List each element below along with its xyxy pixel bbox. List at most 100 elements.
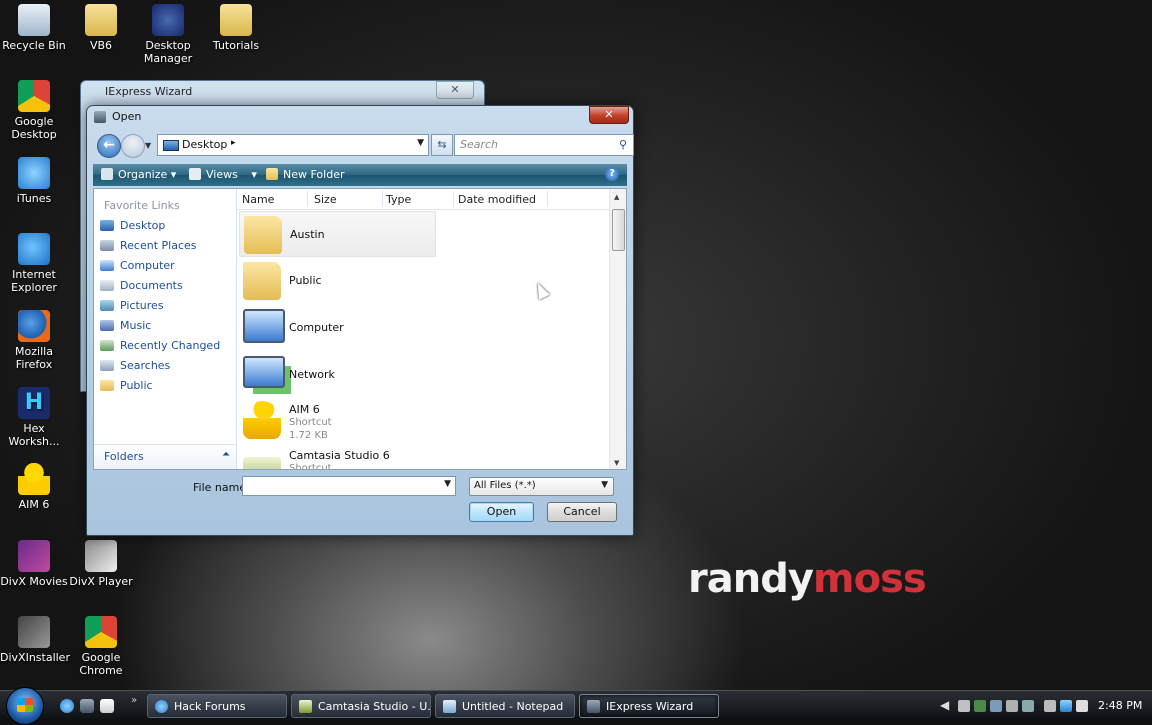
file-item-computer[interactable]: Computer (239, 305, 434, 349)
favorite-link-label: Music (120, 319, 152, 332)
address-location[interactable]: Desktop (182, 138, 227, 151)
tray-icon[interactable] (974, 700, 986, 712)
desktop-icon-desktop-manager[interactable]: Desktop Manager (134, 4, 202, 65)
open-button[interactable]: Open (469, 502, 534, 522)
favorite-link-recently-changed[interactable]: Recently Changed (100, 337, 230, 355)
volume-icon[interactable] (1076, 700, 1088, 712)
column-name[interactable]: Name (242, 193, 274, 206)
scroll-down-icon[interactable]: ▼ (614, 459, 619, 467)
column-divider[interactable] (307, 191, 308, 207)
refresh-button[interactable]: ⇆ (431, 134, 453, 156)
scrollbar-thumb[interactable] (612, 209, 625, 251)
address-bar[interactable]: Desktop ▸ ▼ (157, 134, 429, 156)
wallpaper-text: randymoss (688, 556, 927, 602)
desktop-icon-divx-installer[interactable]: DivXInstaller (0, 616, 70, 664)
desktop-icon-recycle-bin[interactable]: Recycle Bin (0, 4, 68, 52)
help-icon[interactable]: ? (605, 167, 619, 181)
favorite-link-public[interactable]: Public (100, 377, 230, 395)
desktop-icon-google-desktop[interactable]: Google Desktop (0, 80, 68, 141)
favorite-link-music[interactable]: Music (100, 317, 230, 335)
desktop-icon-firefox[interactable]: Mozilla Firefox (0, 310, 68, 371)
organize-button[interactable]: Organize ▾ (101, 168, 176, 181)
network-tray-icon[interactable] (1060, 700, 1072, 712)
file-item-austin[interactable]: Austin (239, 211, 436, 257)
quicklaunch-show-desktop-icon[interactable] (80, 699, 94, 713)
column-divider[interactable] (382, 191, 383, 207)
file-item-aim6[interactable]: AIM 6 Shortcut 1.72 KB (239, 397, 434, 441)
iexpress-close-button[interactable]: ✕ (436, 81, 474, 99)
taskbar-item-iexpress[interactable]: IExpress Wizard (579, 694, 719, 718)
cancel-button[interactable]: Cancel (547, 502, 617, 522)
column-header-row: Name Size Type Date modified (237, 189, 626, 210)
file-item-public[interactable]: Public (239, 258, 434, 302)
file-item-network[interactable]: Network (239, 352, 434, 396)
favorite-link-label: Pictures (120, 299, 164, 312)
divx-installer-icon (18, 616, 50, 648)
desktop-icon (100, 220, 114, 231)
scroll-up-icon[interactable]: ▲ (614, 193, 619, 201)
address-dropdown-icon[interactable]: ▼ (417, 138, 424, 148)
safely-remove-hardware-icon[interactable] (1044, 700, 1056, 712)
show-hidden-tray-icons-button[interactable]: ◀ (940, 698, 949, 712)
start-button[interactable] (6, 687, 44, 725)
folders-toggle[interactable]: Folders ⏶ (94, 444, 236, 469)
desktop-icon-hex-workshop[interactable]: H Hex Worksh... (0, 387, 68, 448)
recent-pages-dropdown-icon[interactable]: ▼ (145, 141, 151, 150)
file-item-camtasia[interactable]: Camtasia Studio 6 Shortcut (239, 443, 434, 469)
favorite-link-desktop[interactable]: Desktop (100, 217, 230, 235)
column-type[interactable]: Type (386, 193, 411, 206)
new-folder-button[interactable]: New Folder (266, 168, 344, 181)
desktop-icon-divx-player[interactable]: DivX Player (67, 540, 135, 588)
vertical-scrollbar[interactable]: ▲ ▼ (609, 189, 626, 469)
folders-label: Folders (104, 450, 144, 463)
quicklaunch-overflow-icon[interactable]: » (131, 695, 137, 706)
desktop-icon-label: Internet Explorer (11, 268, 57, 294)
dialog-titlebar[interactable]: Open ✕ (87, 106, 633, 128)
back-button[interactable]: ← (97, 134, 121, 158)
open-dialog[interactable]: Open ✕ ← ▼ Desktop ▸ ▼ ⇆ Search ⚲ Organi… (86, 105, 634, 536)
taskbar-item-notepad[interactable]: Untitled - Notepad (435, 694, 575, 718)
search-box[interactable]: Search ⚲ (454, 134, 634, 156)
favorite-link-pictures[interactable]: Pictures (100, 297, 230, 315)
desktop-icon-tutorials[interactable]: Tutorials (202, 4, 270, 52)
filter-dropdown-icon[interactable]: ▼ (601, 480, 608, 490)
taskbar-item-hack-forums[interactable]: Hack Forums (147, 694, 287, 718)
favorite-link-computer[interactable]: Computer (100, 257, 230, 275)
tray-icon[interactable] (1022, 700, 1034, 712)
desktop-icon-label: Desktop Manager (143, 39, 193, 65)
favorite-link-documents[interactable]: Documents (100, 277, 230, 295)
column-date-modified[interactable]: Date modified (458, 193, 536, 206)
tray-icon[interactable] (1006, 700, 1018, 712)
desktop-icon-itunes[interactable]: iTunes (0, 157, 68, 205)
taskbar-clock[interactable]: 2:48 PM (1098, 699, 1142, 712)
file-name-input[interactable] (243, 477, 441, 493)
desktop-icon-vb6[interactable]: VB6 (67, 4, 135, 52)
computer-icon (100, 260, 114, 271)
favorite-link-searches[interactable]: Searches (100, 357, 230, 375)
taskbar-item-camtasia[interactable]: Camtasia Studio - U... (291, 694, 431, 718)
desktop-icon-label: DivXInstaller (0, 651, 70, 664)
quicklaunch-ie-icon[interactable] (60, 699, 74, 713)
desktop-icon-internet-explorer[interactable]: Internet Explorer (0, 233, 68, 294)
column-divider[interactable] (453, 191, 454, 207)
iexpress-titlebar[interactable]: IExpress Wizard (81, 81, 484, 103)
chevron-up-icon[interactable]: ⏶ (222, 449, 230, 460)
file-type-filter[interactable]: All Files (*.*) ▼ (469, 477, 614, 496)
tray-icon[interactable] (990, 700, 1002, 712)
search-icon[interactable]: ⚲ (619, 138, 627, 151)
file-name-combobox[interactable]: ▼ (242, 476, 456, 496)
column-divider[interactable] (547, 191, 548, 207)
column-size[interactable]: Size (314, 193, 337, 206)
desktop-icon-divx-movies[interactable]: DivX Movies (0, 540, 68, 588)
quicklaunch-switch-windows-icon[interactable] (100, 699, 114, 713)
desktop-icon-aim[interactable]: AIM 6 (0, 463, 68, 511)
breadcrumb-chevron-icon[interactable]: ▸ (231, 138, 236, 148)
file-name-dropdown-icon[interactable]: ▼ (444, 479, 451, 489)
favorite-link-recent-places[interactable]: Recent Places (100, 237, 230, 255)
wallpaper-text-moss: moss (812, 556, 927, 602)
dialog-close-button[interactable]: ✕ (589, 106, 629, 124)
views-button[interactable]: Views ▾ (189, 168, 257, 181)
desktop-icon-google-chrome[interactable]: Google Chrome (67, 616, 135, 677)
tray-icon[interactable] (958, 700, 970, 712)
forward-button[interactable] (121, 134, 145, 158)
